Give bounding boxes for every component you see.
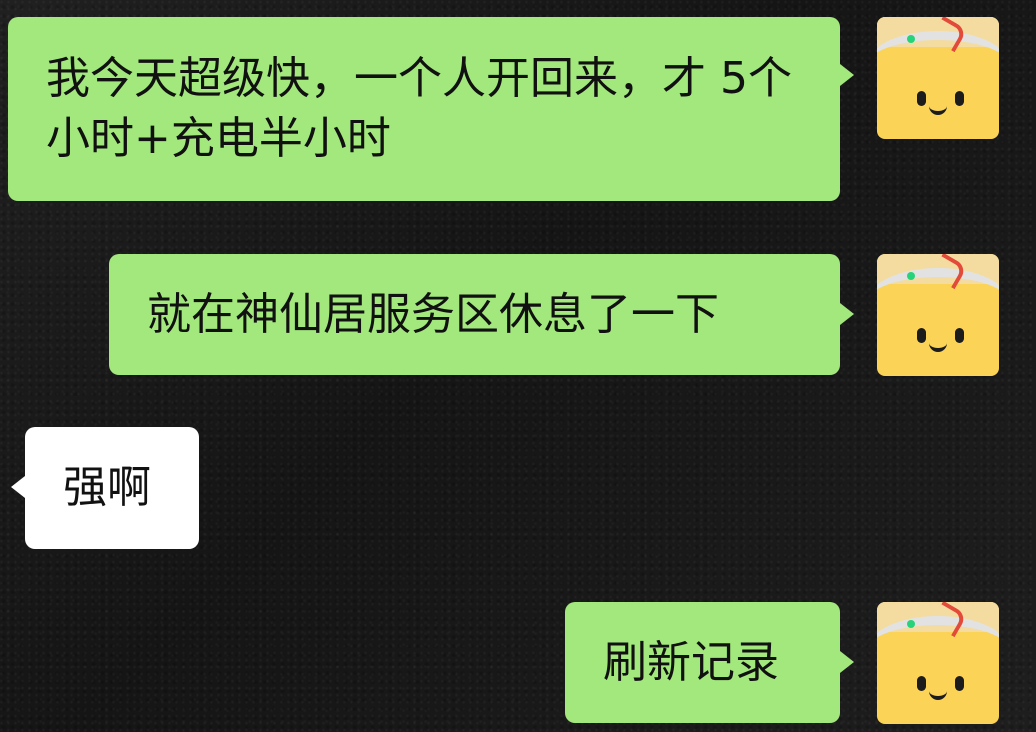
message-text: 我今天超级快，一个人开回来，才 5个小时+充电半小时 (46, 53, 792, 164)
message-text: 强啊 (63, 462, 151, 513)
message-bubble-outgoing[interactable]: 我今天超级快，一个人开回来，才 5个小时+充电半小时 (8, 17, 840, 201)
bubble-tail (840, 651, 854, 673)
message-text: 就在神仙居服务区休息了一下 (147, 288, 719, 340)
bubble-tail (11, 476, 25, 498)
bubble-tail (840, 64, 854, 86)
smiley-avatar-icon[interactable] (877, 602, 999, 724)
smiley-avatar-icon[interactable] (877, 17, 999, 139)
smiley-avatar-icon[interactable] (877, 254, 999, 376)
bubble-tail (840, 303, 854, 325)
message-bubble-outgoing[interactable]: 就在神仙居服务区休息了一下 (109, 254, 840, 375)
message-bubble-outgoing[interactable]: 刷新记录 (565, 602, 840, 723)
message-bubble-incoming[interactable]: 强啊 (25, 427, 199, 549)
message-text: 刷新记录 (603, 636, 779, 688)
